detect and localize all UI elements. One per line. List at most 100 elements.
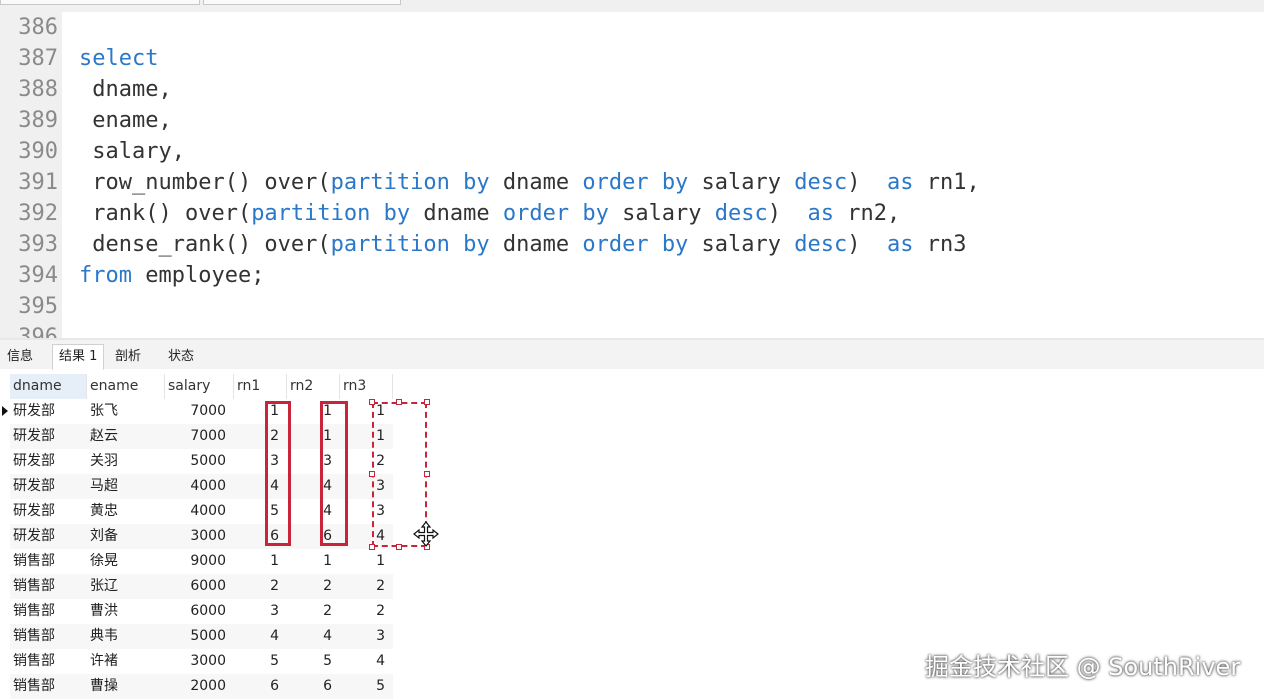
code-line: 387 select xyxy=(0,43,1264,74)
cell-ename[interactable]: 徐晃 xyxy=(87,549,165,574)
cell-dname[interactable]: 销售部 xyxy=(10,599,87,624)
cell-ename[interactable]: 曹操 xyxy=(87,674,165,699)
cell-salary[interactable]: 3000 xyxy=(165,649,234,674)
resize-handle[interactable] xyxy=(369,471,375,477)
resize-handle[interactable] xyxy=(424,471,430,477)
cell-salary[interactable]: 9000 xyxy=(165,549,234,574)
cell-dname[interactable]: 研发部 xyxy=(10,524,87,549)
sql-keyword: order by xyxy=(582,232,689,257)
tab-info[interactable]: 信息 xyxy=(0,344,40,370)
cell-salary[interactable]: 4000 xyxy=(165,499,234,524)
cell-rn1[interactable]: 5 xyxy=(234,649,287,674)
cell-ename[interactable]: 马超 xyxy=(87,474,165,499)
column-header-dname[interactable]: dname xyxy=(10,374,87,399)
sql-token: ) xyxy=(847,232,888,257)
resize-handle[interactable] xyxy=(396,399,402,405)
cell-dname[interactable]: 销售部 xyxy=(10,674,87,699)
sql-keyword: partition by xyxy=(330,232,490,257)
toolbar-field-left[interactable] xyxy=(0,0,200,5)
cell-salary[interactable]: 7000 xyxy=(165,399,234,424)
column-header-rn1[interactable]: rn1 xyxy=(234,374,287,399)
rn1-highlight-box xyxy=(265,401,291,546)
sql-keyword: partition by xyxy=(251,201,411,226)
toolbar-field-right[interactable] xyxy=(203,0,401,5)
cell-dname[interactable]: 销售部 xyxy=(10,649,87,674)
cell-rn3[interactable]: 2 xyxy=(340,599,393,624)
cell-dname[interactable]: 销售部 xyxy=(10,574,87,599)
tab-result-1[interactable]: 结果 1 xyxy=(52,344,105,370)
tab-status[interactable]: 状态 xyxy=(161,344,201,370)
sql-keyword: as xyxy=(887,232,914,257)
sql-token: dname xyxy=(410,201,503,226)
cell-salary[interactable]: 5000 xyxy=(165,624,234,649)
column-header-rn3[interactable]: rn3 xyxy=(340,374,393,399)
sql-keyword: desc xyxy=(794,170,848,195)
cell-rn2[interactable]: 6 xyxy=(287,674,340,699)
cell-rn2[interactable]: 4 xyxy=(287,624,340,649)
cell-ename[interactable]: 关羽 xyxy=(87,449,165,474)
cell-rn1[interactable]: 4 xyxy=(234,624,287,649)
cell-rn3[interactable]: 5 xyxy=(340,674,393,699)
sql-keyword: desc xyxy=(714,201,768,226)
cell-dname[interactable]: 研发部 xyxy=(10,399,87,424)
cell-salary[interactable]: 6000 xyxy=(165,599,234,624)
cell-rn2[interactable]: 2 xyxy=(287,599,340,624)
tab-profile[interactable]: 剖析 xyxy=(108,344,148,370)
cell-salary[interactable]: 6000 xyxy=(165,574,234,599)
cell-rn3[interactable]: 1 xyxy=(340,549,393,574)
cell-salary[interactable]: 7000 xyxy=(165,424,234,449)
cell-ename[interactable]: 张辽 xyxy=(87,574,165,599)
sql-token: ename, xyxy=(79,108,172,133)
cell-salary[interactable]: 3000 xyxy=(165,524,234,549)
cell-ename[interactable]: 黄忠 xyxy=(87,499,165,524)
cell-rn1[interactable]: 2 xyxy=(234,574,287,599)
cell-rn2[interactable]: 5 xyxy=(287,649,340,674)
cell-rn3[interactable]: 2 xyxy=(340,574,393,599)
line-number: 392 xyxy=(18,201,58,226)
cell-rn3[interactable]: 4 xyxy=(340,649,393,674)
cell-dname[interactable]: 销售部 xyxy=(10,624,87,649)
cell-ename[interactable]: 曹洪 xyxy=(87,599,165,624)
resize-handle[interactable] xyxy=(369,399,375,405)
cell-rn2[interactable]: 1 xyxy=(287,549,340,574)
resize-handle[interactable] xyxy=(396,544,402,550)
sql-editor[interactable]: 386 387 select 388 dname, 389 ename, 390 sala… xyxy=(0,12,1264,338)
cell-dname[interactable]: 研发部 xyxy=(10,474,87,499)
cell-rn3[interactable]: 3 xyxy=(340,624,393,649)
column-header-salary[interactable]: salary xyxy=(165,374,234,399)
cell-rn1[interactable]: 6 xyxy=(234,674,287,699)
top-toolbar-strip xyxy=(0,0,1264,12)
line-number: 389 xyxy=(18,108,58,133)
cell-dname[interactable]: 销售部 xyxy=(10,549,87,574)
result-tabs: 信息 结果 1 剖析 状态 xyxy=(0,338,1264,370)
sql-token: rn3 xyxy=(913,232,967,257)
column-header-ename[interactable]: ename xyxy=(87,374,165,399)
code-line: 390 salary, xyxy=(0,136,1264,167)
resize-handle[interactable] xyxy=(369,544,375,550)
cell-ename[interactable]: 典韦 xyxy=(87,624,165,649)
cell-dname[interactable]: 研发部 xyxy=(10,449,87,474)
line-number: 386 xyxy=(18,15,58,40)
resize-handle[interactable] xyxy=(424,399,430,405)
cell-ename[interactable]: 张飞 xyxy=(87,399,165,424)
sql-keyword: from xyxy=(79,263,132,288)
cell-salary[interactable]: 2000 xyxy=(165,674,234,699)
cell-dname[interactable]: 研发部 xyxy=(10,499,87,524)
sql-keyword: partition by xyxy=(330,170,490,195)
cell-dname[interactable]: 研发部 xyxy=(10,424,87,449)
column-header-rn2[interactable]: rn2 xyxy=(287,374,340,399)
cell-salary[interactable]: 5000 xyxy=(165,449,234,474)
code-text: dense_rank() over(partition by dname ord… xyxy=(79,229,967,260)
code-line: 389 ename, xyxy=(0,105,1264,136)
cell-rn2[interactable]: 2 xyxy=(287,574,340,599)
cell-ename[interactable]: 赵云 xyxy=(87,424,165,449)
cell-salary[interactable]: 4000 xyxy=(165,474,234,499)
cell-ename[interactable]: 许褚 xyxy=(87,649,165,674)
sql-token: row_number() over( xyxy=(79,170,331,195)
cell-rn1[interactable]: 1 xyxy=(234,549,287,574)
line-number: 391 xyxy=(18,170,58,195)
code-text: select xyxy=(79,43,158,74)
cell-ename[interactable]: 刘备 xyxy=(87,524,165,549)
code-text: dname, xyxy=(79,74,171,105)
cell-rn1[interactable]: 3 xyxy=(234,599,287,624)
